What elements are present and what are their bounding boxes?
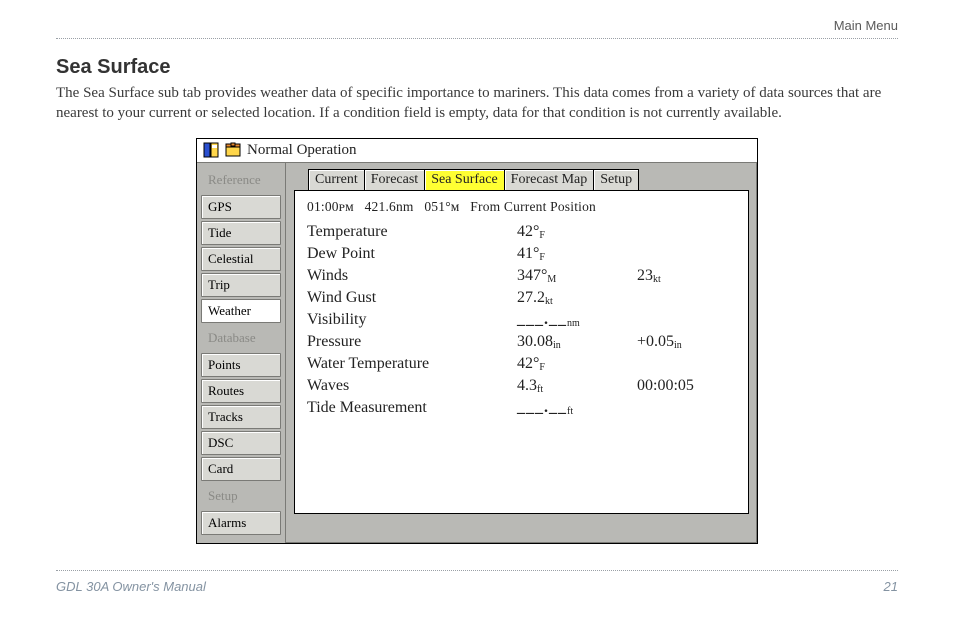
- data-row-wind-gust: Wind Gust27.2kt: [307, 287, 736, 309]
- sidebar-item-tide[interactable]: Tide: [201, 221, 281, 245]
- subtab-setup[interactable]: Setup: [593, 169, 639, 191]
- sidebar-item-tracks[interactable]: Tracks: [201, 405, 281, 429]
- footer-page-number: 21: [884, 579, 898, 594]
- app-icon-left: [203, 142, 219, 158]
- sidebar-item-alarms[interactable]: Alarms: [201, 511, 281, 535]
- page-title: Sea Surface: [56, 56, 898, 79]
- row-value-1: 347°M: [517, 267, 637, 285]
- row-value-1: ___.__nm: [517, 311, 637, 329]
- sidebar-item-celestial[interactable]: Celestial: [201, 247, 281, 271]
- window-title: Normal Operation: [247, 142, 357, 159]
- data-row-water-temperature: Water Temperature42°F: [307, 353, 736, 375]
- row-label: Visibility: [307, 311, 517, 329]
- window-titlebar: Normal Operation: [197, 139, 757, 163]
- row-value-1: 4.3ft: [517, 377, 637, 395]
- row-label: Dew Point: [307, 245, 517, 263]
- data-row-visibility: Visibility___.__nm: [307, 309, 736, 331]
- row-label: Pressure: [307, 333, 517, 351]
- sidebar-item-card[interactable]: Card: [201, 457, 281, 481]
- sidebar-item-gps[interactable]: GPS: [201, 195, 281, 219]
- subtab-bar: CurrentForecastSea SurfaceForecast MapSe…: [308, 169, 749, 191]
- row-label: Water Temperature: [307, 355, 517, 373]
- data-row-pressure: Pressure30.08in+0.05in: [307, 331, 736, 353]
- row-unit-1: nm: [567, 318, 580, 329]
- row-unit-1: ft: [567, 406, 573, 417]
- row-label: Winds: [307, 267, 517, 285]
- subtab-forecast[interactable]: Forecast: [364, 169, 425, 191]
- row-unit-1: F: [539, 230, 545, 241]
- app-icon-right: [225, 142, 241, 158]
- status-time: 01:00ᴘᴍ: [307, 199, 354, 215]
- row-value-2: 00:00:05: [637, 377, 736, 395]
- row-value-2: +0.05in: [637, 333, 736, 351]
- data-row-winds: Winds347°M23kt: [307, 265, 736, 287]
- sea-surface-panel: 01:00ᴘᴍ 421.6nm 051°ᴍ From Current Posit…: [294, 190, 749, 514]
- data-row-tide-measurement: Tide Measurement___.__ft: [307, 397, 736, 419]
- row-label: Wind Gust: [307, 289, 517, 307]
- sidebar-item-database: Database: [201, 325, 281, 351]
- sidebar-item-routes[interactable]: Routes: [201, 379, 281, 403]
- status-line: 01:00ᴘᴍ 421.6nm 051°ᴍ From Current Posit…: [307, 199, 736, 215]
- row-value-1: 41°F: [517, 245, 637, 263]
- row-unit-1: F: [539, 252, 545, 263]
- row-value-1: ___.__ft: [517, 399, 637, 417]
- top-divider: [56, 38, 898, 39]
- data-row-waves: Waves4.3ft00:00:05: [307, 375, 736, 397]
- sidebar-item-setup: Setup: [201, 483, 281, 509]
- sidebar: ReferenceGPSTideCelestialTripWeatherData…: [197, 163, 286, 543]
- subtab-sea-surface[interactable]: Sea Surface: [424, 169, 504, 191]
- status-distance: 421.6nm: [365, 199, 414, 215]
- row-unit-1: F: [539, 362, 545, 373]
- row-unit-1: in: [553, 340, 561, 351]
- row-value-1: 42°F: [517, 355, 637, 373]
- subtab-current[interactable]: Current: [308, 169, 365, 191]
- footer-manual-title: GDL 30A Owner's Manual: [56, 579, 206, 594]
- row-unit-2: in: [674, 340, 682, 351]
- section-body: The Sea Surface sub tab provides weather…: [56, 83, 898, 124]
- header-section-label: Main Menu: [834, 18, 898, 33]
- row-unit-1: kt: [545, 296, 553, 307]
- sidebar-item-points[interactable]: Points: [201, 353, 281, 377]
- row-label: Tide Measurement: [307, 399, 517, 417]
- status-from: From Current Position: [470, 199, 596, 215]
- row-label: Waves: [307, 377, 517, 395]
- sidebar-item-dsc[interactable]: DSC: [201, 431, 281, 455]
- data-row-dew-point: Dew Point41°F: [307, 243, 736, 265]
- status-bearing: 051°ᴍ: [424, 199, 459, 215]
- device-screenshot: Normal Operation ReferenceGPSTideCelesti…: [196, 138, 758, 544]
- row-unit-1: ft: [537, 384, 543, 395]
- row-value-1: 30.08in: [517, 333, 637, 351]
- data-rows: Temperature42°FDew Point41°FWinds347°M23…: [307, 221, 736, 419]
- row-value-2: 23kt: [637, 267, 736, 285]
- row-label: Temperature: [307, 223, 517, 241]
- row-value-1: 42°F: [517, 223, 637, 241]
- data-row-temperature: Temperature42°F: [307, 221, 736, 243]
- page-footer: GDL 30A Owner's Manual 21: [56, 570, 898, 594]
- sidebar-item-weather[interactable]: Weather: [201, 299, 281, 323]
- sidebar-item-reference: Reference: [201, 167, 281, 193]
- row-value-1: 27.2kt: [517, 289, 637, 307]
- row-unit-2: kt: [653, 274, 661, 285]
- row-unit-1: M: [547, 274, 556, 285]
- subtab-forecast-map[interactable]: Forecast Map: [504, 169, 595, 191]
- sidebar-item-trip[interactable]: Trip: [201, 273, 281, 297]
